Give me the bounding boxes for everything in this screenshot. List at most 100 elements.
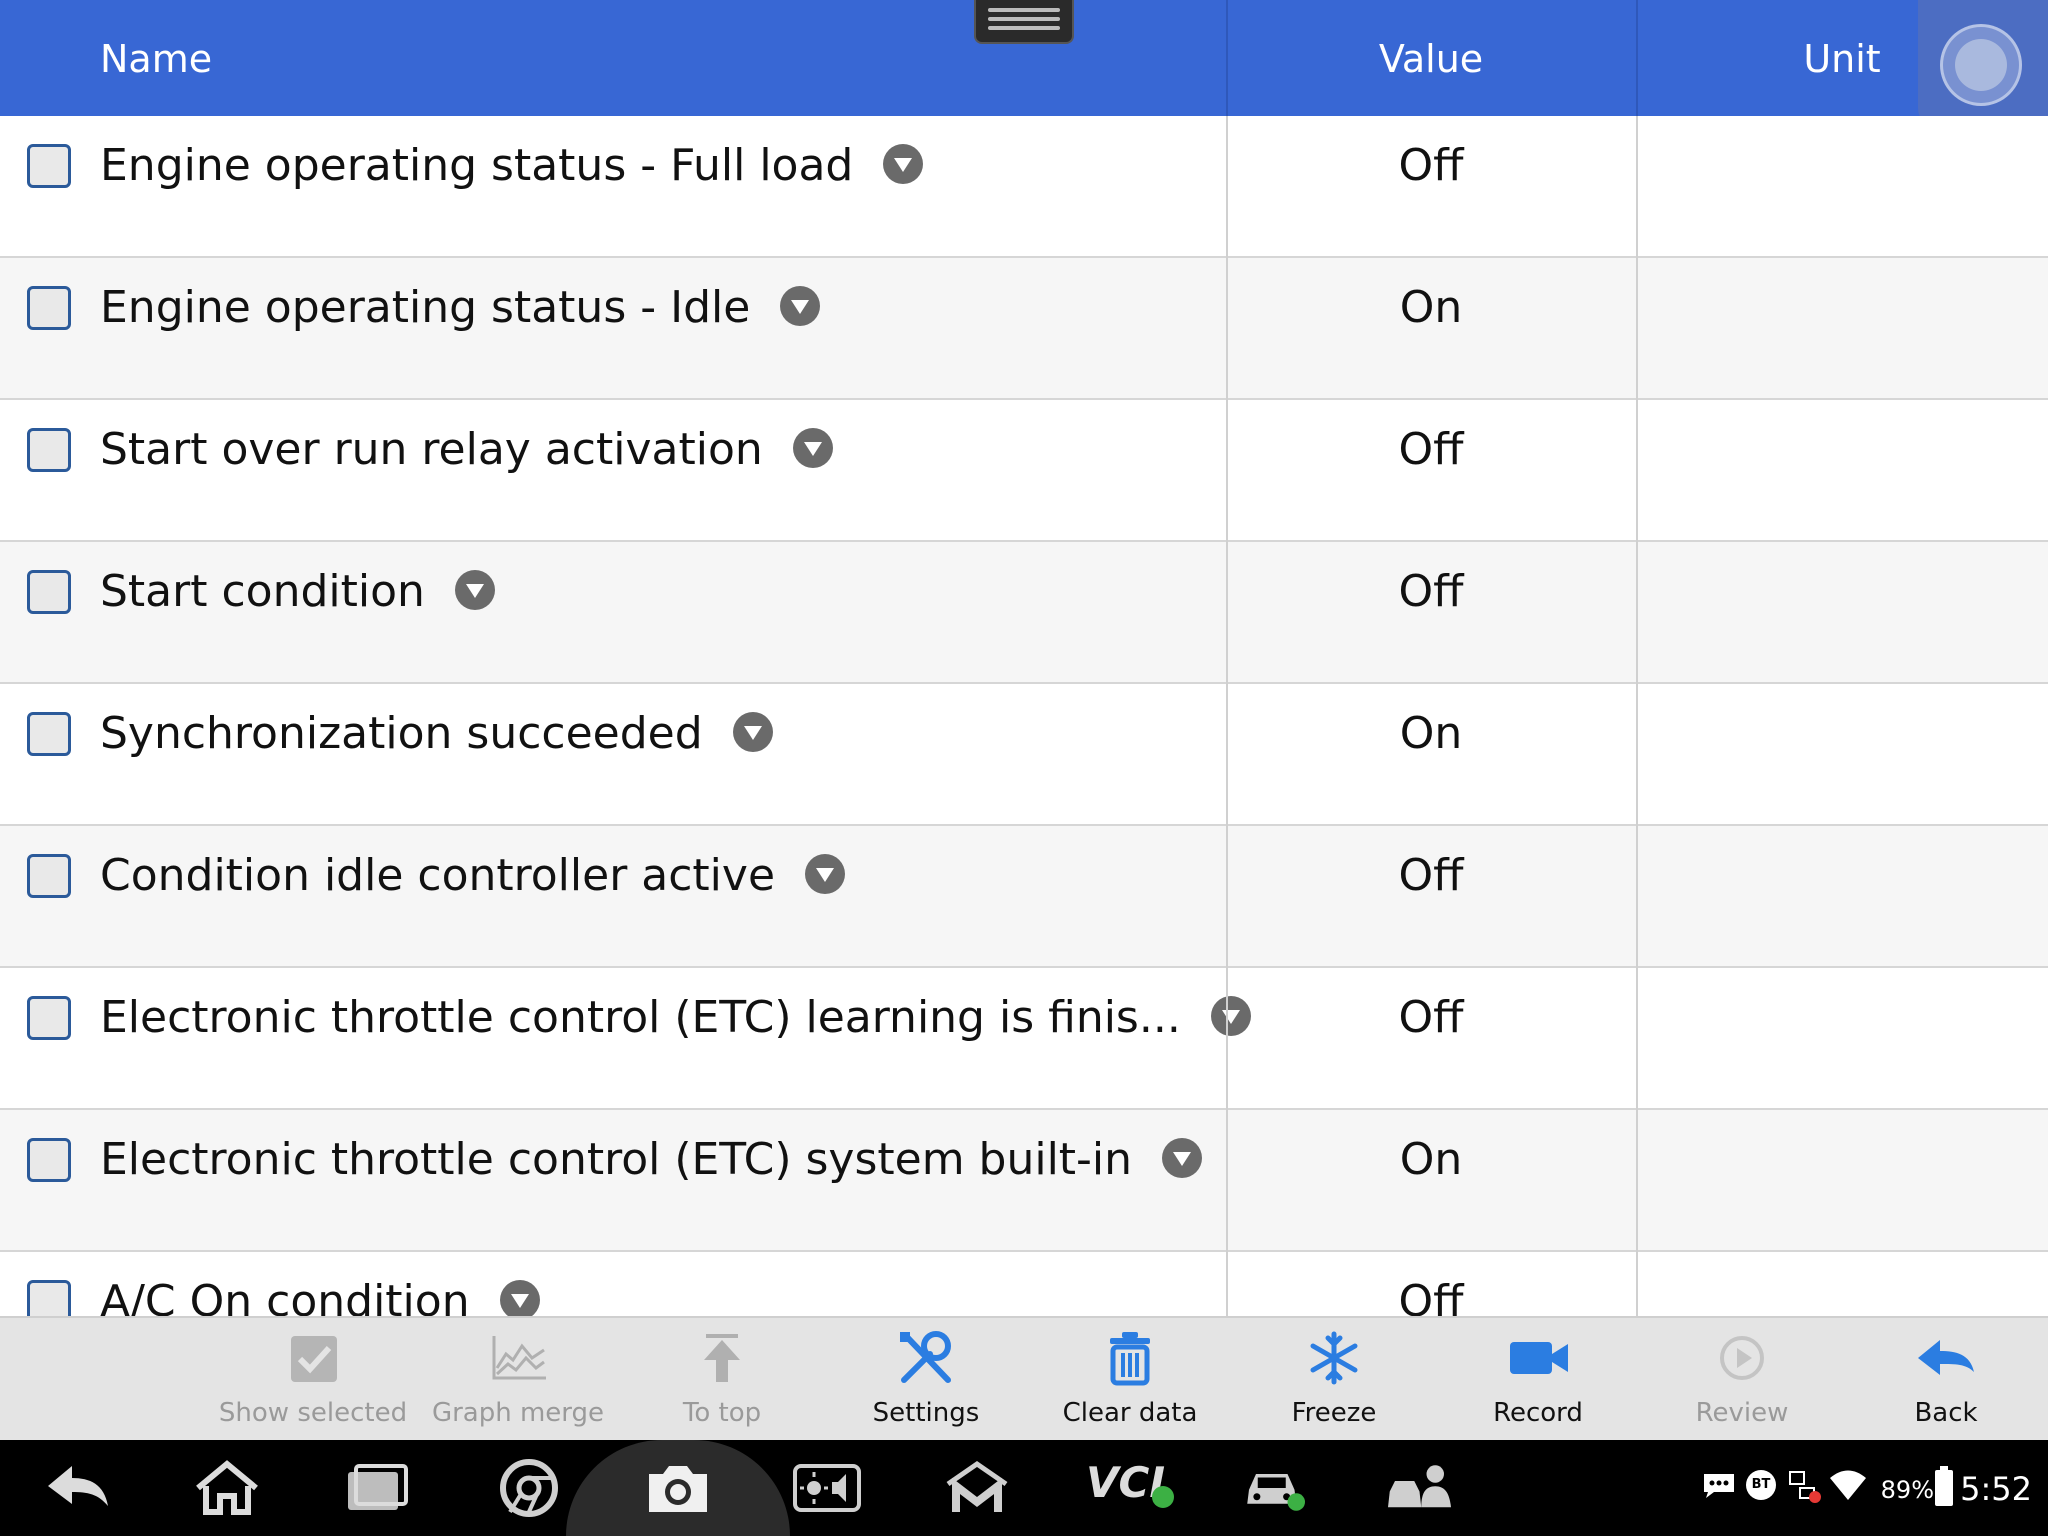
row-name: Start condition: [100, 566, 425, 617]
play-circle-icon: [1720, 1336, 1764, 1380]
freeze-button[interactable]: Freeze: [1234, 1318, 1434, 1442]
floating-assist-button[interactable]: [1918, 0, 2048, 130]
check-badge-icon: [1152, 1486, 1174, 1508]
column-divider: [1226, 116, 1228, 1316]
clear-data-button[interactable]: Clear data: [1030, 1318, 1230, 1442]
row-name: Start over run relay activation: [100, 424, 763, 475]
clear-data-label: Clear data: [1062, 1398, 1198, 1428]
table-row[interactable]: Condition idle controller active Off: [0, 826, 2048, 968]
row-value: Off: [1398, 566, 1464, 617]
settings-label: Settings: [872, 1398, 980, 1428]
bottom-toolbar: Show selected Graph merge To top Setting…: [0, 1316, 2048, 1440]
row-name: Electronic throttle control (ETC) system…: [100, 1134, 1133, 1185]
network-disconnected-icon: [1789, 1471, 1821, 1503]
graph-merge-button[interactable]: Graph merge: [418, 1318, 618, 1442]
dropdown-arrow-icon[interactable]: [883, 144, 924, 184]
table-row[interactable]: Engine operating status - Full load Off: [0, 116, 2048, 258]
video-camera-icon: [1510, 1342, 1568, 1374]
row-name: Condition idle controller active: [100, 850, 776, 901]
row-name: Engine operating status - Full load: [100, 140, 854, 191]
assist-circle-icon: [1940, 24, 2022, 106]
bt-label: BT: [1751, 1477, 1771, 1492]
row-name: Synchronization succeeded: [100, 708, 703, 759]
maxifix-m-icon[interactable]: [942, 1458, 1012, 1518]
row-checkbox[interactable]: [27, 996, 71, 1040]
pull-down-handle[interactable]: [974, 0, 1074, 44]
table-row[interactable]: Synchronization succeeded On: [0, 684, 2048, 826]
row-value: Off: [1398, 1276, 1464, 1316]
row-name: Engine operating status - Idle: [100, 282, 751, 333]
row-name: Electronic throttle control (ETC) learni…: [100, 992, 1181, 1043]
arrow-up-to-top-icon: [704, 1334, 740, 1382]
screenshot-camera-icon[interactable]: [643, 1458, 713, 1518]
row-checkbox[interactable]: [27, 428, 71, 472]
dropdown-arrow-icon[interactable]: [499, 1280, 540, 1316]
remote-expert-icon[interactable]: [1388, 1458, 1458, 1518]
dropdown-arrow-icon[interactable]: [780, 286, 821, 326]
wrench-screwdriver-icon: [900, 1331, 951, 1383]
column-header-value: Value: [1378, 37, 1484, 81]
vci-connected-icon[interactable]: VCI: [1086, 1456, 1176, 1516]
message-icon: [1704, 1474, 1734, 1498]
column-divider: [1636, 116, 1638, 1316]
back-arrow-icon: [1918, 1340, 1974, 1375]
row-checkbox[interactable]: [27, 854, 71, 898]
chrome-browser-icon[interactable]: [494, 1458, 564, 1518]
home-icon[interactable]: [192, 1458, 262, 1518]
status-area: BT 89% 5:52: [1702, 1462, 2032, 1512]
row-checkbox[interactable]: [27, 570, 71, 614]
recent-apps-icon[interactable]: [342, 1458, 412, 1518]
battery-icon: [1935, 1466, 1953, 1506]
dropdown-arrow-icon[interactable]: [732, 712, 773, 752]
row-checkbox[interactable]: [27, 1138, 71, 1182]
row-value: On: [1399, 708, 1463, 759]
review-button[interactable]: Review: [1642, 1318, 1842, 1442]
row-value: On: [1399, 1134, 1463, 1185]
to-top-button[interactable]: To top: [622, 1318, 822, 1442]
table-row[interactable]: Engine operating status - Idle On: [0, 258, 2048, 400]
snowflake-icon: [1310, 1331, 1358, 1385]
checkbox-check-icon: [291, 1336, 337, 1382]
table-row[interactable]: Electronic throttle control (ETC) learni…: [0, 968, 2048, 1110]
row-value: Off: [1398, 992, 1464, 1043]
row-value: Off: [1398, 850, 1464, 901]
dropdown-arrow-icon[interactable]: [792, 428, 833, 468]
row-checkbox[interactable]: [27, 1280, 71, 1316]
record-label: Record: [1493, 1398, 1583, 1428]
dropdown-arrow-icon[interactable]: [454, 570, 495, 610]
row-name: A/C On condition: [100, 1276, 470, 1316]
row-checkbox[interactable]: [27, 286, 71, 330]
vehicle-check-icon[interactable]: [1242, 1458, 1312, 1518]
system-back-icon[interactable]: [44, 1458, 114, 1518]
brightness-volume-icon[interactable]: [792, 1458, 862, 1518]
record-button[interactable]: Record: [1438, 1318, 1638, 1442]
row-value: Off: [1398, 140, 1464, 191]
row-value: On: [1399, 282, 1463, 333]
table-row[interactable]: Start over run relay activation Off: [0, 400, 2048, 542]
data-stream-table[interactable]: Engine operating status - Full load Off …: [0, 116, 2048, 1316]
back-button[interactable]: Back: [1846, 1318, 2046, 1442]
settings-button[interactable]: Settings: [826, 1318, 1026, 1442]
back-label: Back: [1914, 1398, 1978, 1428]
table-row[interactable]: Start condition Off: [0, 542, 2048, 684]
table-row[interactable]: A/C On condition Off: [0, 1252, 2048, 1316]
show-selected-button[interactable]: Show selected: [213, 1318, 413, 1442]
review-label: Review: [1695, 1398, 1789, 1428]
trash-icon: [1110, 1332, 1150, 1386]
bluetooth-badge-icon: BT: [1746, 1470, 1776, 1500]
table-row[interactable]: Electronic throttle control (ETC) system…: [0, 1110, 2048, 1252]
graph-merge-label: Graph merge: [431, 1398, 605, 1428]
to-top-label: To top: [682, 1398, 762, 1428]
freeze-label: Freeze: [1291, 1398, 1377, 1428]
dropdown-arrow-icon[interactable]: [1162, 1138, 1203, 1178]
show-selected-label: Show selected: [218, 1398, 408, 1428]
system-navigation-bar: VCI BT 89% 5:52: [0, 1440, 2048, 1536]
row-checkbox[interactable]: [27, 144, 71, 188]
graph-merge-icon: [492, 1336, 546, 1380]
wifi-icon: [1830, 1470, 1866, 1500]
clock-time: 5:52: [1960, 1470, 2032, 1508]
row-checkbox[interactable]: [27, 712, 71, 756]
dropdown-arrow-icon[interactable]: [805, 854, 846, 894]
row-value: Off: [1398, 424, 1464, 475]
column-header-name: Name: [100, 37, 213, 81]
